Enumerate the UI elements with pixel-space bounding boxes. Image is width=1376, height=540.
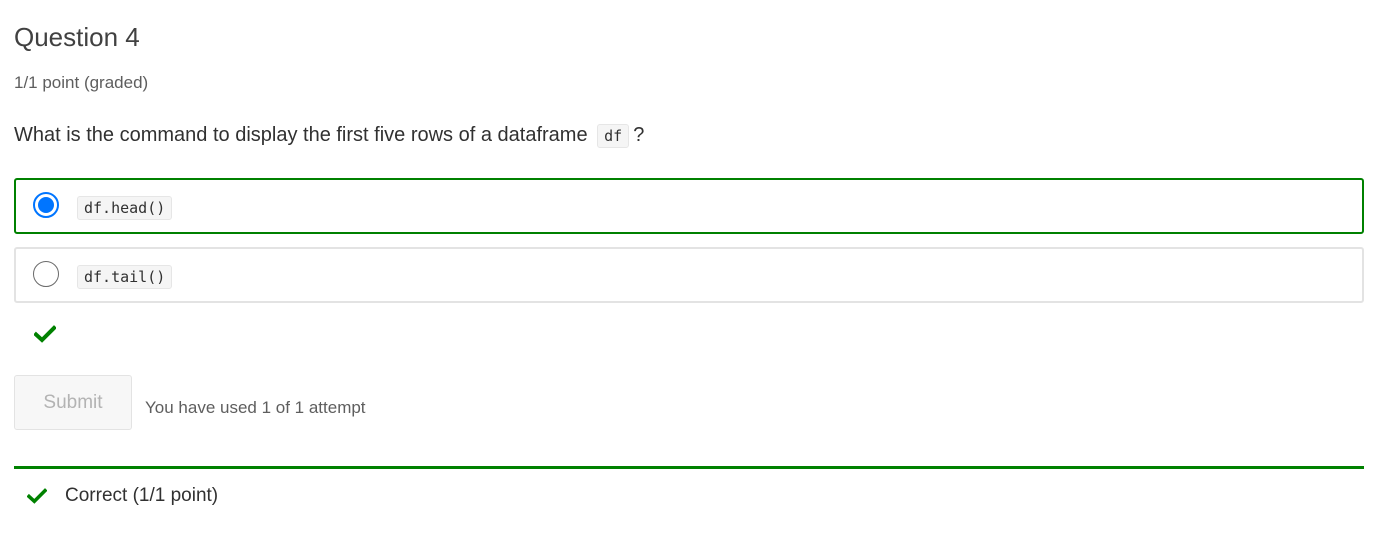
feedback-checkmark-icon [27,488,47,504]
question-prompt: What is the command to display the first… [14,122,644,148]
answer-option-code: df.head() [77,196,173,220]
attempts-text: You have used 1 of 1 attempt [145,398,366,417]
feedback-message: Correct (1/1 point) [65,485,219,506]
radio-button-selected[interactable] [33,192,59,218]
checkmark-icon [34,325,56,343]
radio-button[interactable] [33,261,59,287]
answer-option-head[interactable]: df.head() [14,178,1364,234]
prompt-code: df [597,123,630,148]
submit-button[interactable]: Submit [14,375,132,430]
question-points: 1/1 point (graded) [14,73,149,92]
prompt-suffix: ? [633,124,645,146]
answer-option-tail[interactable]: df.tail() [14,247,1364,303]
problem-container: Question 4 1/1 point (graded) What is th… [0,0,1376,540]
answer-option-code: df.tail() [77,265,173,289]
prompt-text: What is the command to display the first… [14,124,588,146]
feedback-divider [14,466,1364,469]
question-title: Question 4 [14,22,140,52]
